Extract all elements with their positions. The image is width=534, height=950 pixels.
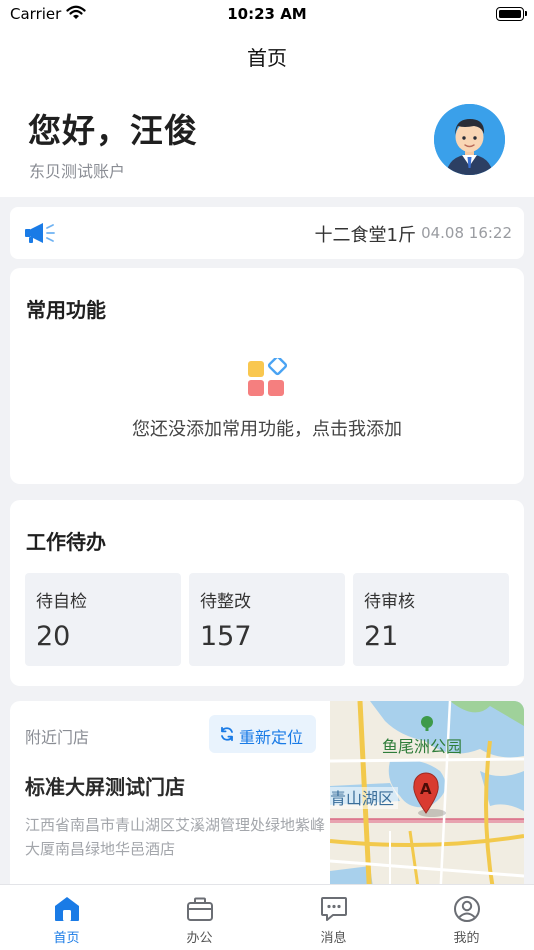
notice-bar[interactable]: 十二食堂1斤 04.08 16:22	[10, 207, 524, 259]
notice-time: 04.08 16:22	[421, 224, 512, 242]
todo-item-self-check[interactable]: 待自检 20	[25, 573, 181, 666]
tab-office[interactable]: 办公	[133, 885, 266, 950]
navigation-bar: 首页	[0, 30, 534, 90]
tab-profile[interactable]: 我的	[400, 885, 533, 950]
profile-icon	[453, 895, 481, 923]
greeting-text: 您好，汪俊	[28, 111, 198, 150]
message-icon	[320, 895, 348, 923]
add-functions-prompt[interactable]: 您还没添加常用功能，点击我添加	[10, 415, 524, 441]
todo-count: 20	[36, 621, 71, 652]
tab-bar: 首页 办公 消息 我的	[0, 884, 534, 950]
common-functions-title: 常用功能	[26, 298, 106, 322]
nearby-store-label: 附近门店	[25, 728, 90, 747]
work-todo-card: 工作待办 待自检 20 待整改 157 待审核 21	[10, 500, 524, 686]
map-district-label: 青山湖区	[330, 789, 394, 808]
work-todo-title: 工作待办	[26, 530, 106, 554]
megaphone-icon	[24, 221, 58, 249]
todo-item-rectify[interactable]: 待整改 157	[189, 573, 345, 666]
todo-count: 21	[364, 621, 399, 652]
todo-item-review[interactable]: 待审核 21	[353, 573, 509, 666]
tab-messages[interactable]: 消息	[267, 885, 400, 950]
apps-icon	[247, 355, 288, 398]
home-icon	[53, 895, 81, 923]
clock-time: 10:23 AM	[227, 5, 307, 23]
battery-icon	[496, 7, 527, 21]
relocate-label: 重新定位	[239, 728, 304, 747]
tab-label: 办公	[186, 931, 213, 946]
avatar[interactable]	[434, 104, 505, 175]
relocate-button[interactable]: 重新定位	[209, 715, 316, 753]
map-park-label: 鱼尾洲公园	[382, 737, 462, 756]
map-marker-label: A	[420, 780, 432, 798]
refresh-icon	[219, 726, 235, 746]
todo-count: 157	[200, 621, 252, 652]
briefcase-icon	[186, 895, 214, 923]
tab-home[interactable]: 首页	[0, 885, 133, 950]
tab-label: 首页	[53, 931, 80, 946]
tab-label: 我的	[453, 931, 480, 946]
user-header: 您好，汪俊 东贝测试账户	[0, 90, 534, 197]
store-map[interactable]: 鱼尾洲公园 青山湖区 A	[329, 701, 524, 901]
todo-label: 待审核	[364, 592, 415, 612]
status-bar: Carrier 10:23 AM	[0, 0, 534, 30]
account-name: 东贝测试账户	[29, 162, 126, 181]
nearby-store-card[interactable]: 附近门店 重新定位 标准大屏测试门店 江西省南昌市青山湖区艾溪湖管理处绿地紫峰大…	[10, 701, 524, 901]
common-functions-card[interactable]: 常用功能 您还没添加常用功能，点击我添加	[10, 268, 524, 484]
todo-label: 待自检	[36, 592, 87, 612]
page-title: 首页	[247, 46, 287, 70]
store-name: 标准大屏测试门店	[25, 775, 185, 799]
notice-text: 十二食堂1斤	[314, 225, 416, 246]
store-address: 江西省南昌市青山湖区艾溪湖管理处绿地紫峰大厦南昌绿地华邑酒店	[25, 816, 326, 858]
todo-label: 待整改	[200, 592, 251, 612]
tab-label: 消息	[320, 931, 347, 946]
